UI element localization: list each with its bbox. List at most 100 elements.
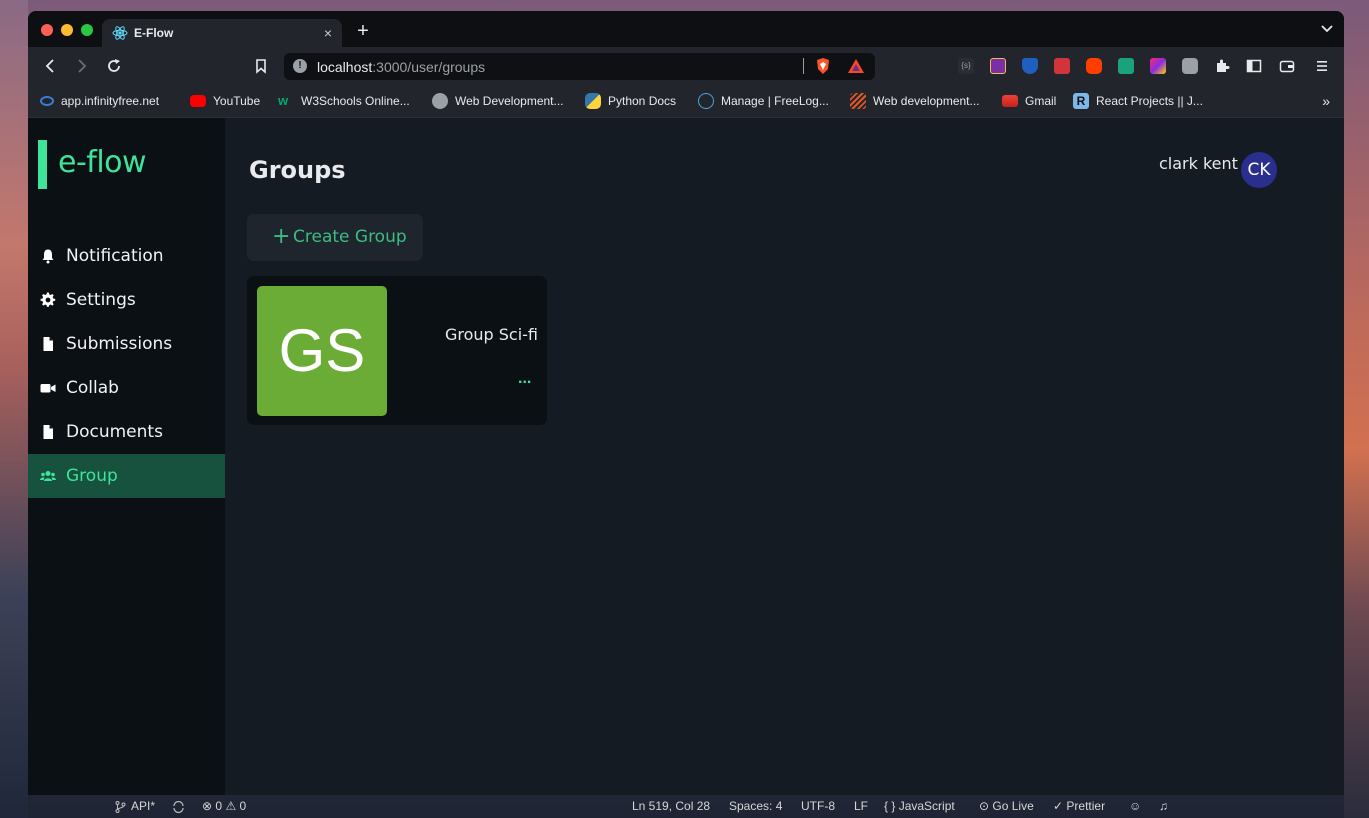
indentation[interactable]: Spaces: 4 [729, 799, 782, 813]
feedback-icon[interactable]: ☺ [1129, 799, 1141, 813]
sidebar-item-label: Documents [66, 422, 163, 442]
bookmark-item[interactable]: app.infinityfree.net [40, 93, 159, 109]
group-card[interactable]: GS Group Sci-fi ... [247, 276, 547, 425]
bookmarks-bar: app.infinityfree.net YouTube w W3Schools … [28, 85, 1344, 118]
close-window-button[interactable] [41, 24, 53, 36]
file-icon [43, 425, 53, 439]
users-icon [40, 471, 56, 481]
browser-tab-active[interactable]: E-Flow × [102, 19, 342, 47]
bell-icon[interactable]: ♫ [1159, 799, 1168, 813]
eflow-app: e-flow Notification Settings Submissions… [28, 118, 1344, 795]
sidebar-toggle-icon[interactable] [1246, 58, 1262, 74]
bookmark-icon[interactable] [253, 58, 269, 74]
bookmark-item[interactable]: R React Projects || J... [1073, 93, 1203, 109]
new-tab-button[interactable]: + [354, 21, 372, 41]
sidebar-item-submissions[interactable]: Submissions [28, 322, 225, 366]
problems-indicator[interactable]: ⊗ 0 ⚠ 0 [202, 799, 246, 813]
video-icon [40, 384, 56, 393]
go-live-button[interactable]: ⊙ Go Live [979, 799, 1034, 813]
git-branch-icon [115, 801, 126, 813]
extension-wf-icon[interactable] [990, 58, 1006, 74]
tab-title: E-Flow [134, 26, 174, 40]
prettier-status[interactable]: ✓ Prettier [1053, 799, 1105, 813]
menu-icon[interactable] [1314, 58, 1330, 74]
cursor-position[interactable]: Ln 519, Col 28 [632, 799, 710, 813]
end-of-line[interactable]: LF [854, 799, 868, 813]
error-icon: ⊗ [202, 799, 213, 813]
sidebar-item-label: Settings [66, 290, 136, 310]
bookmark-item[interactable]: Manage | FreeLog... [698, 93, 829, 109]
freelogo-icon [698, 93, 714, 109]
address-bar[interactable]: ! localhost:3000/user/groups [284, 53, 875, 80]
url-divider [803, 58, 804, 74]
file-icon [43, 337, 53, 351]
forward-icon[interactable] [74, 58, 90, 74]
page-title: Groups [249, 156, 346, 184]
sidebar-item-group[interactable]: Group [28, 454, 225, 498]
minimize-window-button[interactable] [61, 24, 73, 36]
reload-icon[interactable] [106, 58, 122, 74]
bookmark-item[interactable]: Web development... [850, 93, 980, 109]
r-icon: R [1073, 93, 1089, 109]
more-options-icon[interactable]: ... [518, 371, 531, 387]
sidebar: e-flow Notification Settings Submissions… [28, 118, 225, 795]
main-content: Groups clark kent CK + Create Group GS G… [225, 118, 1344, 795]
stripes-icon [850, 93, 866, 109]
sidebar-item-documents[interactable]: Documents [28, 410, 225, 454]
warning-icon: ⚠ [225, 799, 237, 813]
extension-s-icon[interactable]: {s} [958, 58, 974, 74]
zoom-window-button[interactable] [81, 24, 93, 36]
sync-icon[interactable] [172, 801, 185, 813]
bell-icon [42, 249, 54, 264]
bookmark-item[interactable]: Web Development... [432, 93, 564, 109]
extension-shield-icon[interactable] [1022, 58, 1038, 74]
back-icon[interactable] [42, 58, 58, 74]
git-branch-label[interactable]: API* [131, 799, 155, 813]
extension-play-icon[interactable] [1150, 58, 1166, 74]
url-text: localhost:3000/user/groups [317, 59, 486, 75]
bookmark-item[interactable]: Python Docs [585, 93, 676, 109]
infinityfree-icon [40, 96, 54, 106]
sidebar-item-notification[interactable]: Notification [28, 234, 225, 278]
create-group-button[interactable]: + Create Group [247, 214, 423, 261]
tab-strip: E-Flow × + [28, 11, 1344, 47]
user-name[interactable]: clark kent [1159, 154, 1238, 173]
language-mode[interactable]: { } JavaScript [884, 799, 955, 813]
extension-red-icon[interactable] [1054, 58, 1070, 74]
bookmark-item[interactable]: YouTube [190, 93, 260, 109]
braces-icon: { } [884, 799, 896, 813]
camera-icon[interactable] [1182, 58, 1198, 74]
broadcast-icon: ⊙ [979, 799, 990, 813]
plus-icon: + [272, 224, 291, 249]
tab-search-chevron-icon[interactable] [1320, 23, 1334, 35]
sidebar-item-collab[interactable]: Collab [28, 366, 225, 410]
globe-icon [432, 93, 448, 109]
extension-mail-icon[interactable] [1118, 58, 1134, 74]
avatar[interactable]: CK [1241, 152, 1277, 188]
encoding[interactable]: UTF-8 [801, 799, 835, 813]
tab-close-icon[interactable]: × [320, 25, 336, 41]
bookmark-item[interactable]: w W3Schools Online... [278, 93, 410, 109]
app-logo[interactable]: e-flow [58, 145, 147, 180]
group-name[interactable]: Group Sci-fi [445, 325, 538, 344]
brave-rewards-icon[interactable] [847, 58, 865, 74]
group-avatar[interactable]: GS [257, 286, 387, 416]
extensions-puzzle-icon[interactable] [1214, 58, 1230, 74]
extension-svelte-icon[interactable] [1086, 58, 1102, 74]
brave-shields-icon[interactable] [814, 57, 832, 75]
gear-icon [40, 292, 56, 307]
sidebar-item-label: Group [66, 466, 118, 486]
check-icon: ✓ [1053, 799, 1064, 813]
w3schools-icon: w [278, 93, 289, 108]
wallet-icon[interactable] [1279, 58, 1295, 74]
desktop-wallpaper-right [1344, 0, 1369, 818]
sidebar-item-label: Collab [66, 378, 119, 398]
browser-window: E-Flow × + ! localhost:3000/user/groups [28, 11, 1344, 795]
sidebar-item-label: Notification [66, 246, 164, 266]
bookmarks-overflow-icon[interactable]: » [1322, 93, 1330, 109]
logo-accent-bar [38, 140, 47, 189]
site-info-icon[interactable]: ! [293, 59, 307, 73]
bookmark-item[interactable]: Gmail [1002, 93, 1056, 109]
react-icon [112, 26, 128, 40]
sidebar-item-settings[interactable]: Settings [28, 278, 225, 322]
